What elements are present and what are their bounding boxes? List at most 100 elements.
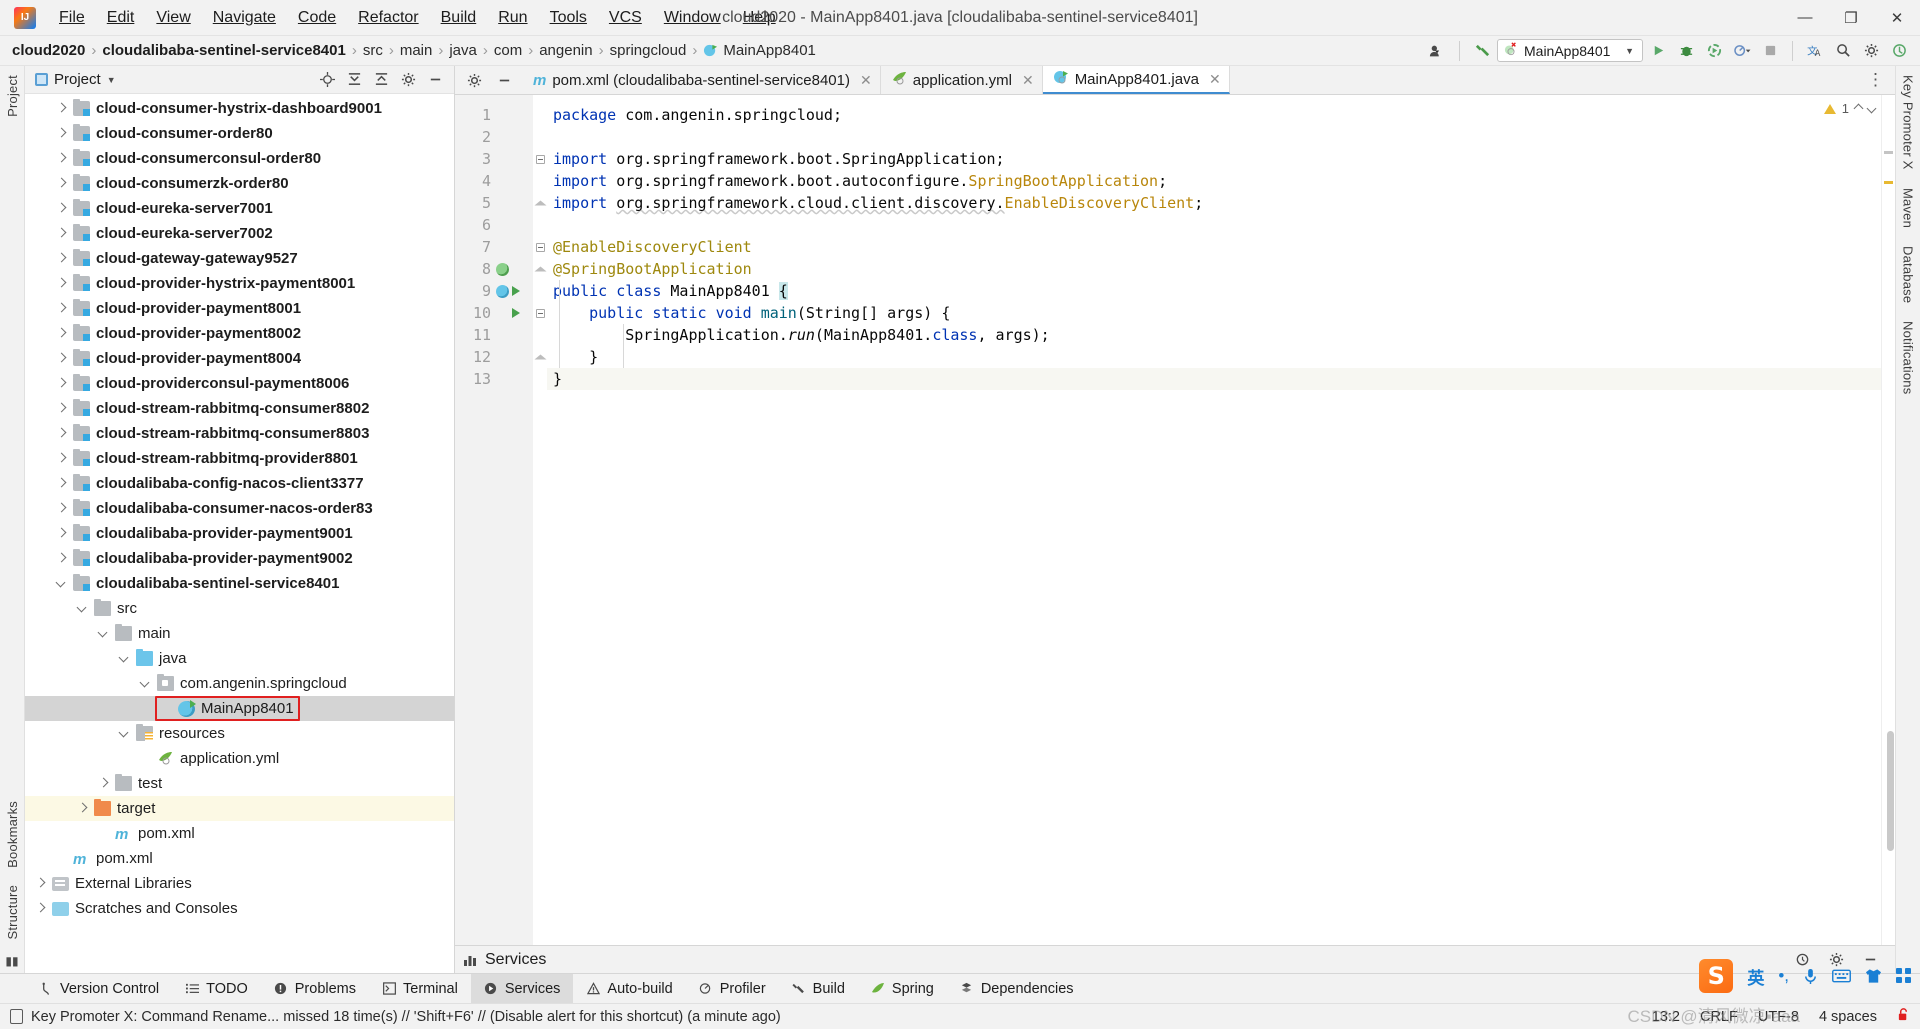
fold-end-icon[interactable] — [534, 266, 546, 272]
tree-item-cloud-stream-rabbitmq-provider8801[interactable]: cloud-stream-rabbitmq-provider8801 — [25, 446, 454, 471]
code-content[interactable]: package com.angenin.springcloud; import o… — [547, 95, 1881, 945]
menu-tools[interactable]: Tools — [539, 4, 598, 32]
indent-setting[interactable]: 4 spaces — [1819, 1009, 1877, 1025]
line-separator[interactable]: CRLF — [1700, 1009, 1738, 1025]
gutter-line-6[interactable]: 6 — [455, 214, 533, 236]
tree-item-pom-xml[interactable]: m pom.xml — [25, 846, 454, 871]
translate-icon[interactable]: 文A — [1802, 39, 1828, 63]
close-icon[interactable]: ✕ — [860, 72, 872, 89]
run-configuration-selector[interactable]: MainApp8401 ▼ — [1497, 39, 1643, 62]
tool-window-problems[interactable]: Problems — [261, 974, 369, 1003]
unlocked-icon[interactable] — [1897, 1007, 1910, 1026]
chevron-right-icon[interactable] — [56, 428, 67, 439]
breadcrumb-java[interactable]: java — [449, 42, 477, 59]
gutter-line-1[interactable]: 1 — [455, 104, 533, 126]
rail-item-bookmarks[interactable]: Bookmarks — [5, 796, 20, 873]
tree-item-external-libraries[interactable]: External Libraries — [25, 871, 454, 896]
chevron-right-icon[interactable] — [56, 278, 67, 289]
expand-all-icon[interactable] — [341, 68, 367, 92]
tool-window-auto-build[interactable]: Auto-build — [573, 974, 685, 1003]
spring-bean-icon[interactable] — [496, 262, 509, 276]
chevron-right-icon[interactable] — [56, 503, 67, 514]
tree-item-cloud-provider-payment8002[interactable]: cloud-provider-payment8002 — [25, 321, 454, 346]
tree-item-cloud-consumer-order80[interactable]: cloud-consumer-order80 — [25, 121, 454, 146]
fold-marker-line-10[interactable] — [533, 302, 547, 324]
run-with-coverage-icon[interactable] — [1701, 39, 1727, 63]
chevron-right-icon[interactable] — [56, 128, 67, 139]
ime-apps-icon[interactable] — [1896, 968, 1912, 984]
rail-item-maven[interactable]: Maven — [1901, 183, 1916, 233]
tree-item-cloud-stream-rabbitmq-consumer8803[interactable]: cloud-stream-rabbitmq-consumer8803 — [25, 421, 454, 446]
gutter-line-7[interactable]: 7 — [455, 236, 533, 258]
chevron-right-icon[interactable] — [77, 803, 88, 814]
menu-build[interactable]: Build — [430, 4, 488, 32]
breadcrumb-main[interactable]: main — [400, 42, 433, 59]
run-icon[interactable] — [1645, 39, 1671, 63]
tool-window-spring[interactable]: Spring — [858, 974, 947, 1003]
tree-item-cloudalibaba-config-nacos-client3377[interactable]: cloudalibaba-config-nacos-client3377 — [25, 471, 454, 496]
tree-item-main[interactable]: main — [25, 621, 454, 646]
tree-item-scratches-and-consoles[interactable]: Scratches and Consoles — [25, 896, 454, 921]
menu-window[interactable]: Window — [653, 4, 732, 32]
tool-window-services[interactable]: Services — [470, 974, 574, 1003]
tree-item-src[interactable]: src — [25, 596, 454, 621]
menu-file[interactable]: File — [48, 4, 96, 32]
tool-window-todo[interactable]: TODO — [172, 974, 261, 1003]
gutter-marks[interactable] — [491, 308, 529, 318]
menu-navigate[interactable]: Navigate — [202, 4, 287, 32]
fold-marker-line-3[interactable] — [533, 148, 547, 170]
code-line-1[interactable]: package com.angenin.springcloud; — [547, 104, 1881, 126]
editor-marker-bar[interactable] — [1881, 95, 1895, 945]
code-line-5[interactable]: import org.springframework.cloud.client.… — [547, 192, 1881, 214]
fold-marker-line-5[interactable] — [533, 192, 547, 214]
tree-item-cloud-stream-rabbitmq-consumer8802[interactable]: cloud-stream-rabbitmq-consumer8802 — [25, 396, 454, 421]
code-line-6[interactable] — [547, 214, 1881, 236]
user-avatar-icon[interactable] — [1424, 39, 1450, 63]
tree-item-cloudalibaba-sentinel-service8401[interactable]: cloudalibaba-sentinel-service8401 — [25, 571, 454, 596]
chevron-down-icon[interactable] — [98, 628, 109, 639]
chevron-right-icon[interactable] — [56, 178, 67, 189]
tree-item-resources[interactable]: resources — [25, 721, 454, 746]
settings-gear-icon[interactable] — [1858, 39, 1884, 63]
run-icon[interactable] — [512, 286, 520, 296]
menu-view[interactable]: View — [145, 4, 201, 32]
chevron-right-icon[interactable] — [56, 553, 67, 564]
menu-refactor[interactable]: Refactor — [347, 4, 429, 32]
tree-item-cloud-provider-hystrix-payment8001[interactable]: cloud-provider-hystrix-payment8001 — [25, 271, 454, 296]
tree-item-cloud-eureka-server7002[interactable]: cloud-eureka-server7002 — [25, 221, 454, 246]
inspection-widget[interactable]: 1 — [1823, 101, 1877, 116]
tree-item-cloud-consumerzk-order80[interactable]: cloud-consumerzk-order80 — [25, 171, 454, 196]
locate-icon[interactable] — [314, 68, 340, 92]
rail-item-database[interactable]: Database — [1901, 241, 1916, 308]
chevron-down-icon[interactable] — [77, 603, 88, 614]
status-message-area[interactable]: Key Promoter X: Command Rename... missed… — [10, 1009, 781, 1025]
tree-item-java[interactable]: java — [25, 646, 454, 671]
tabbar-overflow[interactable]: ⋮ — [1867, 66, 1895, 94]
collapse-all-icon[interactable] — [368, 68, 394, 92]
tool-window-version-control[interactable]: Version Control — [26, 974, 172, 1003]
chevron-right-icon[interactable] — [56, 453, 67, 464]
gutter-line-2[interactable]: 2 — [455, 126, 533, 148]
fold-collapse-icon[interactable] — [535, 308, 545, 318]
tree-item-com-angenin-springcloud[interactable]: com.angenin.springcloud — [25, 671, 454, 696]
tree-item-cloud-provider-payment8004[interactable]: cloud-provider-payment8004 — [25, 346, 454, 371]
tree-item-mainapp8401[interactable]: MainApp8401 — [25, 696, 454, 721]
gutter-line-11[interactable]: 11 — [455, 324, 533, 346]
fold-end-icon[interactable] — [534, 354, 546, 360]
tree-item-cloud-gateway-gateway9527[interactable]: cloud-gateway-gateway9527 — [25, 246, 454, 271]
chevron-right-icon[interactable] — [56, 228, 67, 239]
profiler-dropdown-icon[interactable] — [1729, 39, 1755, 63]
hammer-icon[interactable] — [1469, 39, 1495, 63]
fold-marker-line-7[interactable] — [533, 236, 547, 258]
breadcrumb-mainapp8401[interactable]: MainApp8401 — [703, 42, 816, 59]
run-icon[interactable] — [512, 308, 520, 318]
close-button[interactable]: ✕ — [1874, 0, 1920, 36]
gutter-line-10[interactable]: 10 — [455, 302, 533, 324]
code-editor[interactable]: 1 1 2 3 4 5 6 7 8 9 10 11 12 13 package com.angenin.… — [455, 95, 1895, 945]
chevron-down-icon[interactable]: ▼ — [107, 75, 116, 85]
chevron-down-icon[interactable] — [140, 678, 151, 689]
code-folding-column[interactable] — [533, 95, 547, 945]
gutter-marks[interactable] — [491, 262, 529, 276]
minimize-button[interactable]: — — [1782, 0, 1828, 36]
updates-icon[interactable] — [1886, 39, 1912, 63]
